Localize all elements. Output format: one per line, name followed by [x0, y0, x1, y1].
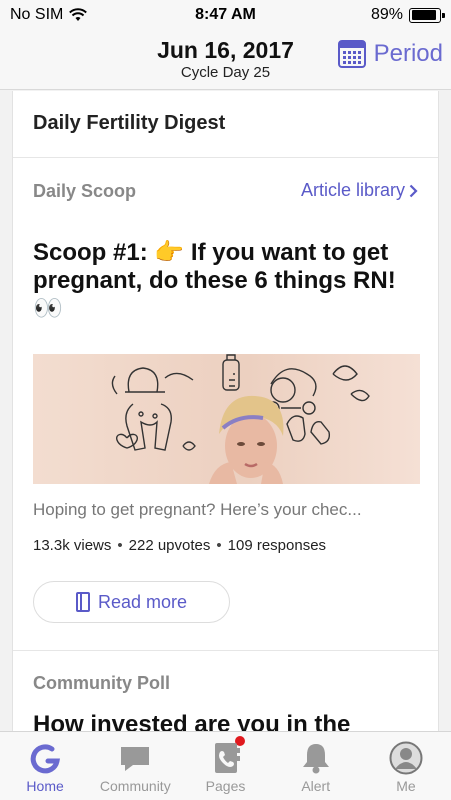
- period-label: Period: [373, 40, 443, 67]
- period-button[interactable]: Period: [337, 40, 443, 68]
- divider: [13, 650, 438, 651]
- article-hero-image[interactable]: [33, 354, 420, 484]
- tab-pages[interactable]: Pages: [180, 732, 270, 800]
- battery-icon: [409, 7, 445, 23]
- tab-me-label: Me: [396, 778, 416, 794]
- calendar-icon: [337, 40, 366, 68]
- carrier-label: No SIM: [10, 6, 64, 23]
- tab-alert-label: Alert: [301, 778, 331, 794]
- status-left: No SIM: [10, 6, 88, 24]
- article-excerpt: Hoping to get pregnant? Here’s your chec…: [33, 500, 362, 519]
- wifi-icon: [69, 8, 88, 21]
- hero-illustration: [111, 354, 370, 484]
- section-daily-scoop: Daily Scoop: [33, 181, 137, 201]
- tab-pages-label: Pages: [205, 778, 246, 794]
- card-title: Daily Fertility Digest: [33, 112, 226, 134]
- tab-home-label: Home: [26, 778, 64, 794]
- article-library-link[interactable]: Article library: [301, 180, 418, 201]
- phone-book-icon: [214, 743, 240, 773]
- read-more-label: Read more: [97, 591, 188, 612]
- poll-title[interactable]: How invested are you in the: [33, 711, 350, 731]
- book-icon: [75, 592, 90, 612]
- views-count: 13.3k views: [33, 537, 112, 554]
- glow-logo-icon: [30, 744, 61, 774]
- bell-icon: [302, 744, 329, 774]
- tab-home[interactable]: Home: [0, 732, 90, 800]
- tab-bar: Home Community Pages Alert Me: [0, 731, 451, 800]
- chevron-right-icon: [409, 184, 418, 197]
- upvotes-count: 222 upvotes: [128, 537, 211, 554]
- status-right: 89%: [370, 6, 445, 24]
- stat-separator: •: [216, 537, 222, 554]
- tab-alert[interactable]: Alert: [271, 732, 361, 800]
- avatar-icon: [389, 741, 423, 775]
- battery-fill: [411, 10, 436, 20]
- divider: [13, 157, 438, 158]
- read-more-button[interactable]: Read more: [33, 581, 230, 623]
- section-community-poll: Community Poll: [33, 673, 171, 693]
- status-bar: No SIM 8:47 AM 89%: [0, 0, 451, 30]
- chat-bubble-icon: [121, 747, 150, 771]
- responses-count: 109 responses: [227, 537, 327, 554]
- battery-percent: 89%: [370, 6, 403, 23]
- scoop-title[interactable]: Scoop #1: 👉 If you want to get pregnant,…: [33, 239, 423, 323]
- article-library-label: Article library: [300, 180, 405, 200]
- digest-card: Daily Fertility Digest Daily Scoop Artic…: [12, 91, 439, 731]
- stat-separator: •: [117, 537, 123, 554]
- header: Jun 16, 2017 Cycle Day 25 Period: [0, 30, 451, 90]
- tab-community[interactable]: Community: [90, 732, 246, 800]
- tab-me[interactable]: Me: [361, 732, 451, 800]
- tab-community-label: Community: [99, 778, 171, 794]
- article-stats: 13.3k views • 222 upvotes • 109 responses: [33, 537, 326, 554]
